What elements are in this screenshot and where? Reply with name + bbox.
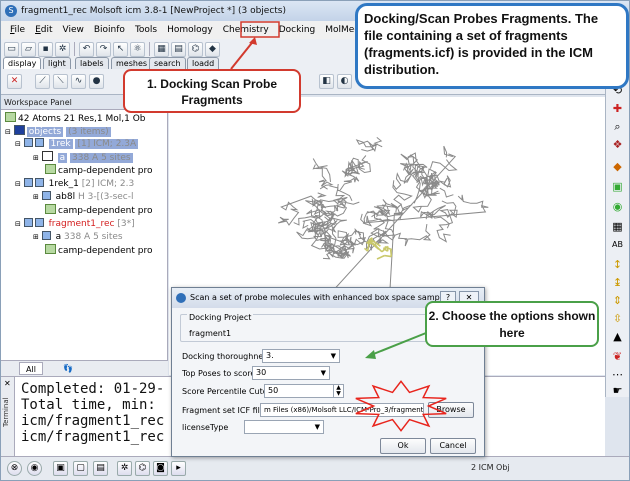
icf-highlight-star xyxy=(355,380,447,432)
step2-arrowhead xyxy=(365,350,376,359)
docking-scan-callout: Docking/Scan Probes Fragments. The file … xyxy=(355,3,629,89)
icm-browser-window: S fragment1_rec Molsoft icm 3.8-1 [NewPr… xyxy=(0,0,630,481)
step1-callout: 1. Docking Scan Probe Fragments xyxy=(123,69,301,113)
step2-callout: 2. Choose the options shown here xyxy=(425,301,599,347)
docking-menu-highlight xyxy=(240,21,280,38)
step2-arrow xyxy=(370,330,432,356)
